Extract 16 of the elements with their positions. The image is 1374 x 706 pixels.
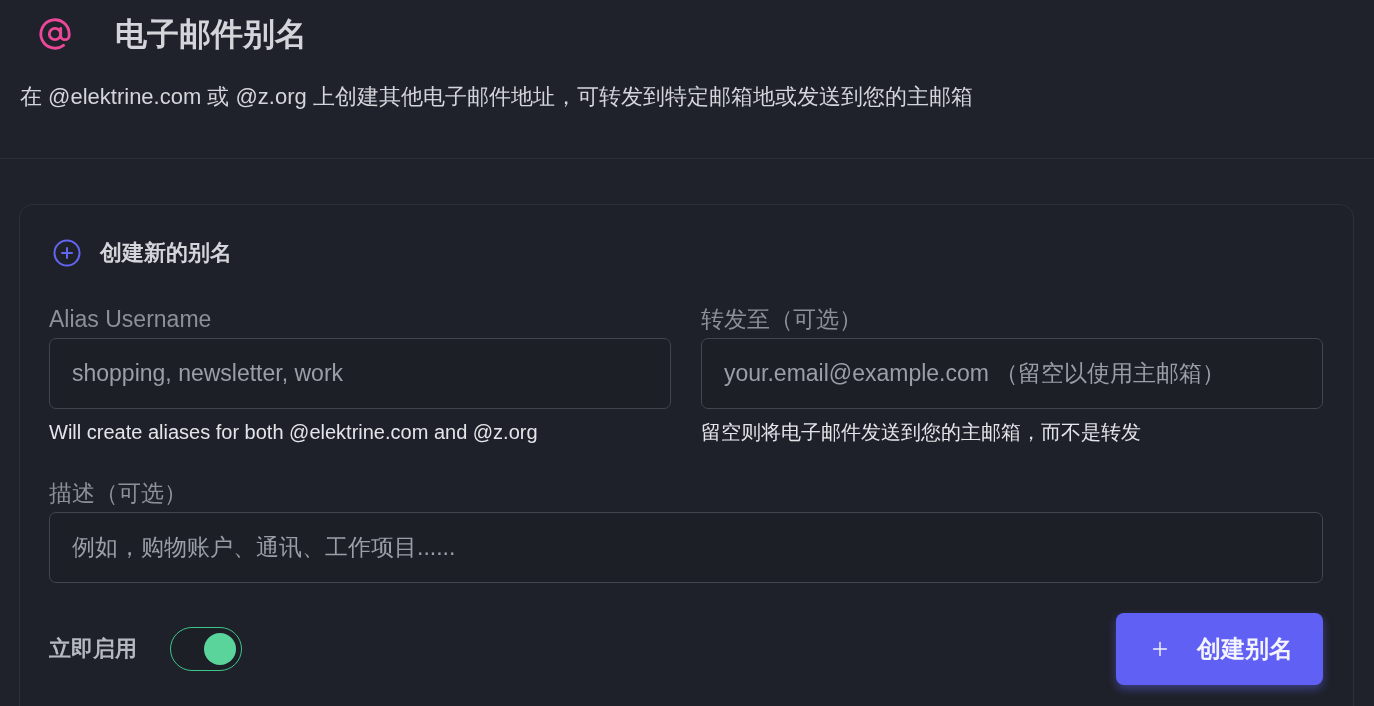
- input-field[interactable]: 例如，购物账户、通讯、工作项目......: [49, 512, 1323, 583]
- at-sign-icon: [38, 17, 72, 51]
- page-title: 电子邮件别名: [115, 15, 307, 54]
- create-alias-button[interactable]: 创建别名: [1116, 613, 1323, 685]
- field-label: 描述（可选）: [49, 479, 188, 508]
- toggle-label: 立即启用: [49, 635, 137, 663]
- input-field[interactable]: shopping, newsletter, work: [49, 338, 671, 409]
- field-label: Alias Username: [49, 305, 213, 334]
- help-text: 留空则将电子邮件发送到您的主邮箱，而不是转发: [701, 420, 1142, 445]
- help-text: Will create aliases for both @elektrine.com and @z.org: [49, 420, 539, 445]
- input-field[interactable]: your.email@example.com （留空以使用主邮箱）: [701, 338, 1323, 409]
- page-subtitle: 在 @elektrine.com 或 @z.org 上创建其他电子邮件地址，可转发到特定邮箱地或发送到您的主邮箱: [20, 83, 974, 111]
- plus-circle-icon: [52, 238, 82, 268]
- field-label: 转发至（可选）: [701, 305, 863, 334]
- toggle-switch[interactable]: [170, 627, 242, 671]
- section-heading: 创建新的别名: [100, 239, 232, 267]
